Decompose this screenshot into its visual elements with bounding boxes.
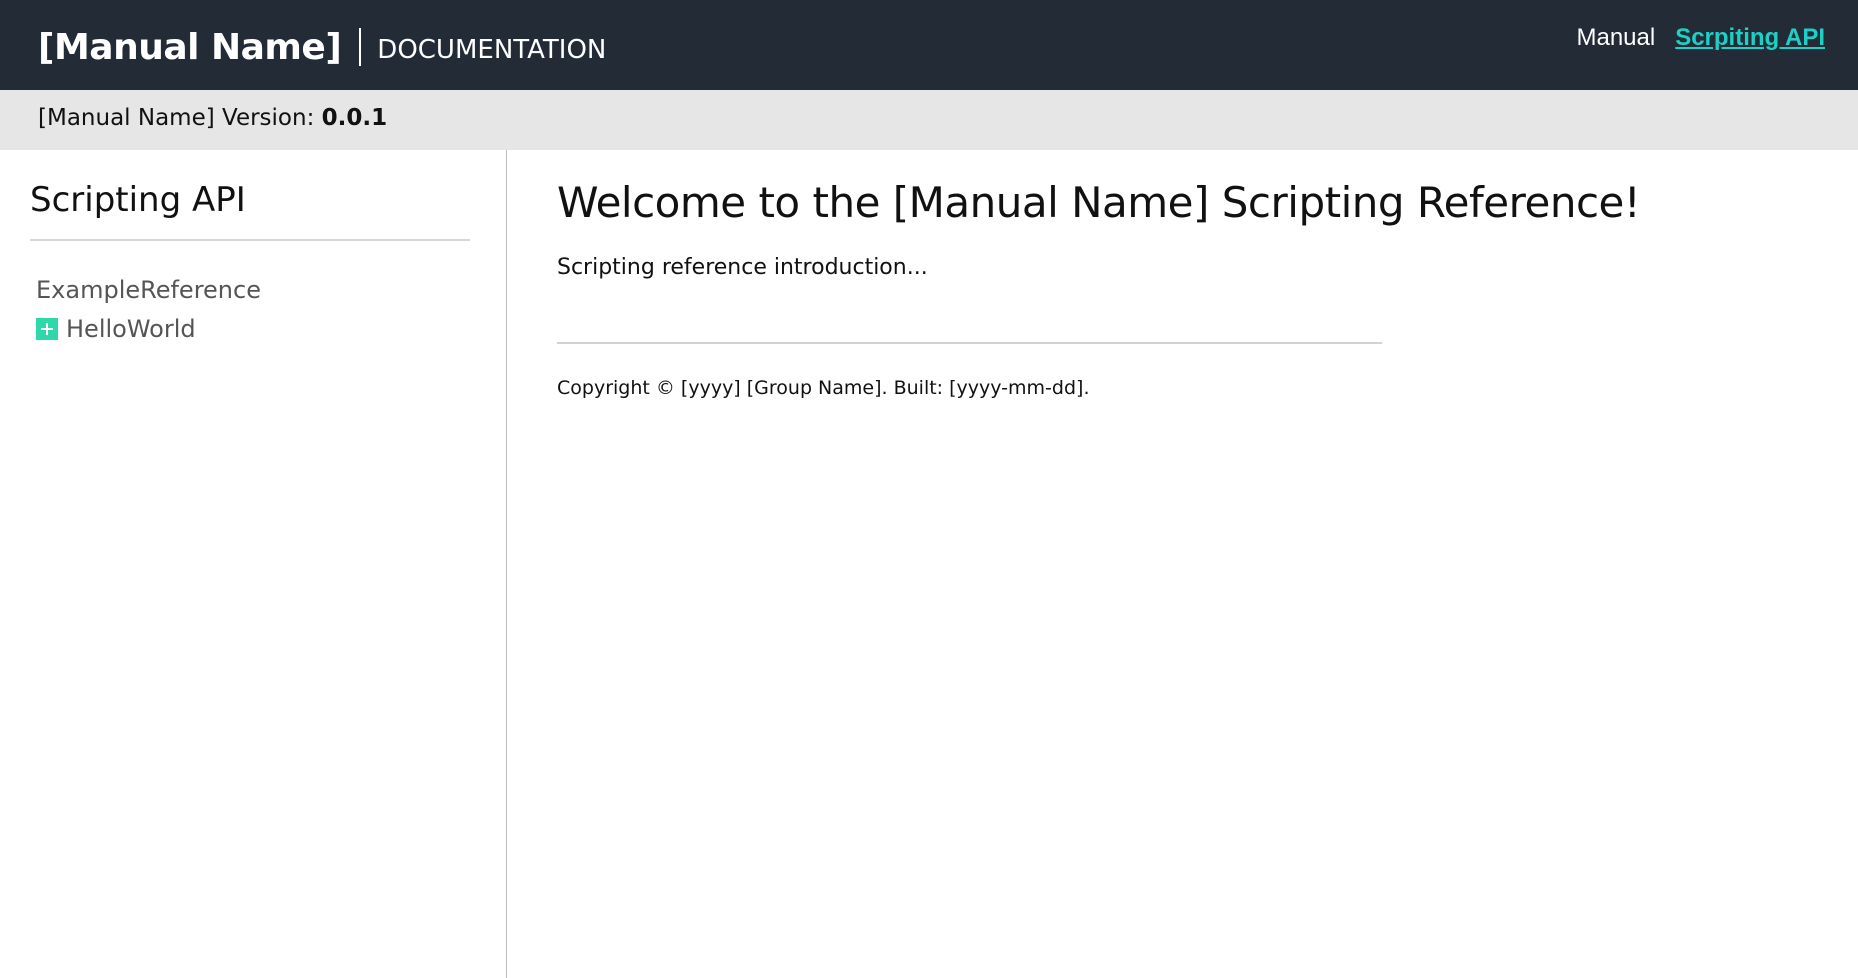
tree-item-label: ExampleReference bbox=[36, 275, 261, 304]
version-prefix: [Manual Name] Version: bbox=[38, 105, 322, 131]
intro-text: Scripting reference introduction... bbox=[557, 255, 928, 280]
sidebar: Scripting API ExampleReference HelloWorl… bbox=[0, 150, 507, 978]
api-tree: ExampleReference HelloWorld bbox=[36, 270, 261, 348]
top-navigation: Manual Scrpiting API bbox=[1556, 24, 1825, 52]
sidebar-title: Scripting API bbox=[30, 180, 246, 220]
plus-expand-icon[interactable] bbox=[36, 317, 58, 340]
nav-link-manual[interactable]: Manual bbox=[1576, 24, 1655, 52]
content-divider bbox=[557, 342, 1382, 344]
brand-name: [Manual Name] bbox=[38, 26, 342, 68]
brand-section-label: DOCUMENTATION bbox=[377, 35, 607, 65]
tree-item-helloworld[interactable]: HelloWorld bbox=[36, 309, 261, 348]
sidebar-divider bbox=[30, 239, 470, 241]
nav-link-scripting-api[interactable]: Scrpiting API bbox=[1675, 24, 1825, 52]
top-header-bar: [Manual Name] DOCUMENTATION Manual Scrpi… bbox=[0, 0, 1858, 90]
footer-copyright: Copyright © [yyyy] [Group Name]. Built: … bbox=[557, 377, 1090, 399]
brand-divider bbox=[359, 28, 362, 66]
tree-item-label: HelloWorld bbox=[66, 314, 196, 343]
page-title: Welcome to the [Manual Name] Scripting R… bbox=[557, 178, 1641, 227]
version-bar: [Manual Name] Version: 0.0.1 bbox=[0, 90, 1858, 150]
version-info: [Manual Name] Version: 0.0.1 bbox=[38, 105, 387, 131]
brand[interactable]: [Manual Name] DOCUMENTATION bbox=[38, 22, 606, 72]
tree-item-examplereference[interactable]: ExampleReference bbox=[36, 270, 261, 309]
version-number: 0.0.1 bbox=[321, 105, 388, 131]
